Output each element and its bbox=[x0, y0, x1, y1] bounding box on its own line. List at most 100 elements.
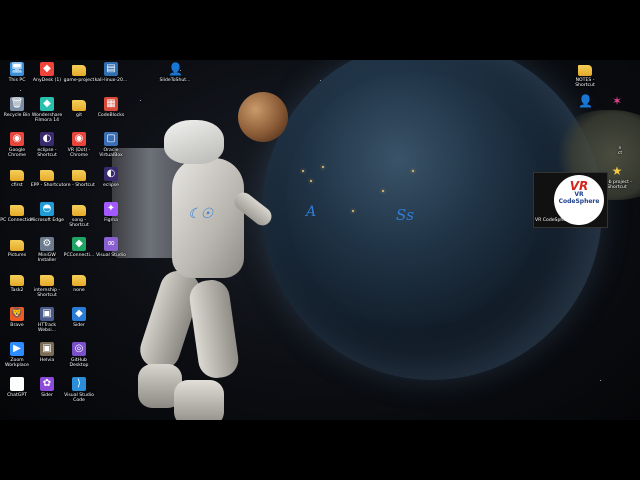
desktop-icon[interactable]: ▢ Oracle VirtualBox bbox=[94, 132, 128, 159]
folder-icon bbox=[10, 170, 24, 181]
desktop-icon[interactable]: internship - Shortcut bbox=[30, 272, 64, 299]
app-icon: ▦ bbox=[104, 97, 118, 111]
desktop-icon-label: git bbox=[76, 113, 82, 118]
desktop-icon-label: VR (Dot) - Chrome bbox=[67, 148, 91, 159]
desktop-wallpaper: ☾☉ A Ss 🖥 This PC 🗑 Recycle Bin ◉ Google Chro… bbox=[0, 60, 640, 420]
handwritten-annotation-a: A bbox=[306, 204, 317, 220]
folder-icon bbox=[72, 205, 86, 216]
desktop-icon[interactable]: ▦ CodeBlocks bbox=[94, 97, 128, 118]
desktop-icon[interactable]: Pictures bbox=[0, 237, 34, 258]
desktop-icon[interactable]: ◆ Wondershare Filmora 14 bbox=[30, 97, 64, 124]
desktop-icon[interactable]: cfirst bbox=[0, 167, 34, 188]
desktop-icon-label: PC Connection bbox=[0, 218, 34, 223]
desktop-icon[interactable]: ⚙ MiniGW Installer bbox=[30, 237, 64, 264]
desktop-icon[interactable]: git bbox=[62, 97, 96, 118]
desktop-icon-label: Task2 bbox=[10, 288, 24, 293]
desktop-icon[interactable]: 👤 SlideToShut... bbox=[158, 62, 192, 83]
desktop-icon-label: eclipse - Shortcut bbox=[37, 148, 57, 159]
desktop-icon-label: HTTrack Websi... bbox=[37, 323, 57, 334]
app-icon: ▣ bbox=[40, 307, 54, 321]
desktop-icon[interactable]: ✿ Sider bbox=[30, 377, 64, 398]
desktop-icon-label: cfirst bbox=[11, 183, 23, 188]
logo-caption: VR CodeSphere bbox=[535, 218, 571, 223]
app-icon: ✦ bbox=[104, 202, 118, 216]
desktop-icon-label: MiniGW Installer bbox=[37, 253, 57, 264]
desktop-icon[interactable]: NOTES - Shortcut bbox=[568, 62, 602, 89]
vr-codesphere-logo-window[interactable]: VR VR CodeSphere VR CodeSphere bbox=[533, 172, 608, 228]
desktop-icon-label: Microsoft Edge bbox=[30, 218, 64, 223]
folder-icon bbox=[72, 170, 86, 181]
desktop-icon-label: internship - Shortcut bbox=[33, 288, 61, 299]
desktop-icon[interactable]: ▶ Zoom Workplace bbox=[0, 342, 34, 369]
desktop-icon-label: eclipse bbox=[102, 183, 120, 188]
app-icon: ✶ bbox=[611, 94, 623, 108]
app-icon: ▣ bbox=[40, 342, 54, 356]
desktop-icon-label: Pictures bbox=[7, 253, 27, 258]
desktop-icon-label: Google Chrome bbox=[7, 148, 27, 159]
desktop-icon[interactable]: EPP - Shortcut bbox=[30, 167, 64, 188]
desktop-icon[interactable]: ◆ Sider bbox=[62, 307, 96, 328]
app-icon: ◆ bbox=[40, 62, 54, 76]
desktop-icon-label: CodeBlocks bbox=[97, 113, 125, 118]
app-icon: 🖥 bbox=[10, 62, 24, 76]
app-icon: ◎ bbox=[72, 342, 86, 356]
desktop-icon[interactable]: ore - Shortcut bbox=[62, 167, 96, 188]
desktop-icon[interactable]: ▣ HTTrack Websi... bbox=[30, 307, 64, 334]
app-icon: ★ bbox=[611, 164, 623, 178]
folder-icon bbox=[10, 240, 24, 251]
folder-icon bbox=[72, 100, 86, 111]
desktop-icon[interactable]: ◆ PCConnecti... bbox=[62, 237, 96, 258]
desktop-icon-person-right[interactable]: 👤 bbox=[568, 94, 602, 110]
desktop-icon-label: EPP - Shortcut bbox=[30, 183, 64, 188]
desktop-icon[interactable]: 🗑 Recycle Bin bbox=[0, 97, 34, 118]
app-icon: ⟩ bbox=[72, 377, 86, 391]
desktop-icon[interactable]: ◐ eclipse bbox=[94, 167, 128, 188]
desktop-icon[interactable]: PC Connection bbox=[0, 202, 34, 223]
handwritten-annotation-ss: Ss bbox=[396, 206, 414, 224]
desktop-icon[interactable]: none bbox=[62, 272, 96, 293]
desktop-icon[interactable]: ◉ Google Chrome bbox=[0, 132, 34, 159]
desktop-icon-label: Wondershare Filmora 14 bbox=[31, 113, 63, 124]
desktop-icon[interactable]: ∞ Visual Studio bbox=[94, 237, 128, 258]
desktop-icon[interactable]: ◉ VR (Dot) - Chrome bbox=[62, 132, 96, 159]
desktop-icon-label: SlideToShut... bbox=[159, 78, 191, 83]
desktop-icon-label: Visual Studio Code bbox=[64, 393, 94, 404]
desktop-icon[interactable]: 🦁 Brave bbox=[0, 307, 34, 328]
app-icon: ⚙ bbox=[40, 237, 54, 251]
app-icon: ✺ bbox=[10, 377, 24, 391]
desktop-icon[interactable]: song - Shortcut bbox=[62, 202, 96, 229]
app-icon: ◉ bbox=[72, 132, 86, 146]
desktop-icon[interactable]: ◆ AnyDesk (1) bbox=[30, 62, 64, 83]
desktop-icon-label: none bbox=[73, 288, 85, 293]
desktop-icon[interactable]: game-project bbox=[62, 62, 96, 83]
desktop-icon-label: NOTES - Shortcut bbox=[575, 78, 595, 89]
desktop-icon[interactable]: ✦ Figma bbox=[94, 202, 128, 223]
desktop-icon-label: PCConnecti... bbox=[63, 253, 95, 258]
desktop-icon-label: This PC bbox=[8, 78, 26, 83]
desktop-icon-label: Sider bbox=[41, 393, 53, 398]
desktop-icon[interactable]: ⟩ Visual Studio Code bbox=[62, 377, 96, 404]
desktop-icon[interactable]: ▤ kali-linux-20... bbox=[94, 62, 128, 83]
desktop-icon[interactable]: 🖥 This PC bbox=[0, 62, 34, 83]
desktop-icon-label: Helvia bbox=[39, 358, 55, 363]
desktop-icon-app-right[interactable]: ✶ bbox=[600, 94, 634, 110]
top-letterbox-bar bbox=[0, 0, 640, 60]
app-icon: ◉ bbox=[10, 132, 24, 146]
desktop-icon-label: GitHub Desktop bbox=[69, 358, 89, 369]
folder-icon bbox=[10, 205, 24, 216]
app-icon: ◆ bbox=[72, 237, 86, 251]
person-icon: 👤 bbox=[578, 94, 593, 108]
desktop-icon[interactable]: ◐ eclipse - Shortcut bbox=[30, 132, 64, 159]
folder-icon bbox=[40, 170, 54, 181]
desktop-icon[interactable]: ◎ GitHub Desktop bbox=[62, 342, 96, 369]
folder-icon bbox=[10, 275, 24, 286]
desktop-icon[interactable]: ✺ ChatGPT bbox=[0, 377, 34, 398]
desktop-icon[interactable]: ◓ Microsoft Edge bbox=[30, 202, 64, 223]
folder-icon bbox=[72, 275, 86, 286]
desktop-icon[interactable]: Task2 bbox=[0, 272, 34, 293]
desktop-icon-label: ChatGPT bbox=[7, 393, 27, 398]
handwritten-annotation-scribble: ☾☉ bbox=[188, 206, 214, 222]
desktop-icon[interactable]: ▣ Helvia bbox=[30, 342, 64, 363]
desktop-icon-label: ore - Shortcut bbox=[63, 183, 95, 188]
desktop-icon-label: AnyDesk (1) bbox=[32, 78, 62, 83]
